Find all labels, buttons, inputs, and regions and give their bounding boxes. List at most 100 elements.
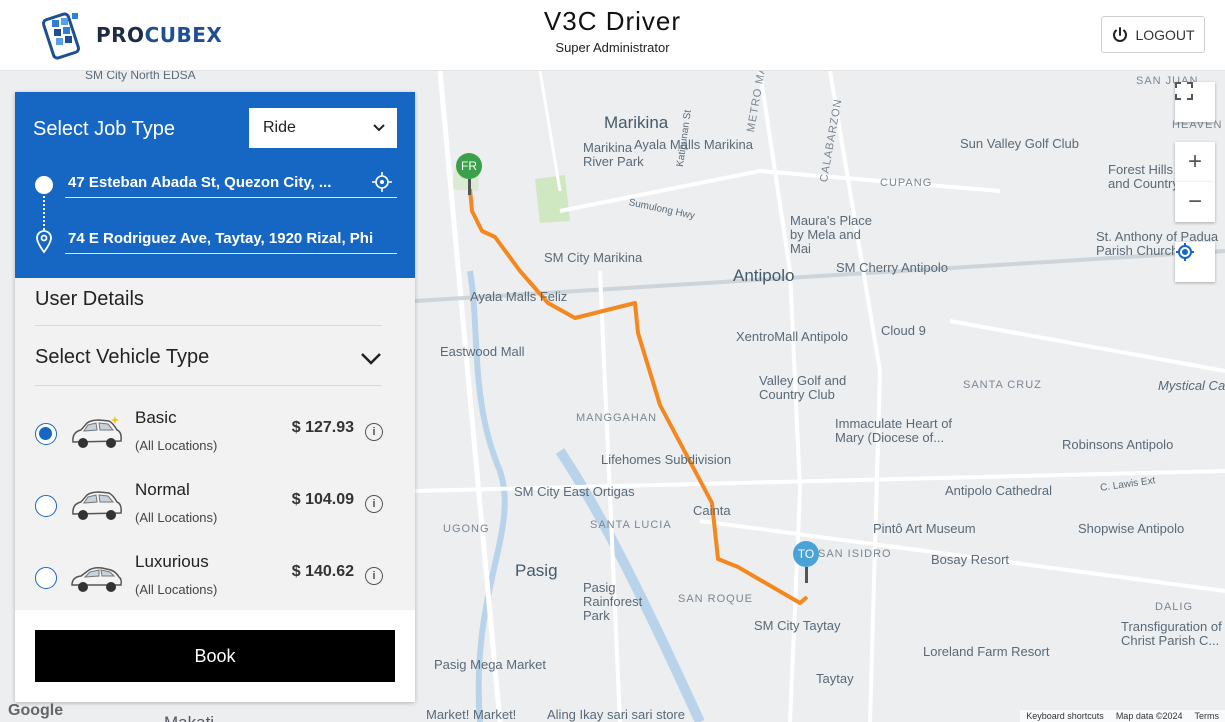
- my-location-icon: [1176, 243, 1194, 261]
- brand-logo[interactable]: PROCUBEX: [40, 10, 222, 60]
- map-label-lifehomes: Lifehomes Subdivision: [601, 452, 732, 467]
- terms-link[interactable]: Terms: [1195, 711, 1220, 721]
- pickup-marker-label: FR: [461, 159, 477, 173]
- map-label-cloud9: Cloud 9: [881, 323, 926, 338]
- route-connector: [43, 196, 45, 230]
- map-label-sun-valley: Sun Valley Golf Club: [960, 136, 1079, 151]
- vehicle-type-label: Select Vehicle Type: [35, 346, 210, 368]
- dropoff-marker[interactable]: TO: [793, 541, 819, 567]
- map-label-santa-cruz: SANTA CRUZ: [963, 379, 1042, 391]
- fullscreen-button[interactable]: [1175, 82, 1215, 122]
- vehicle-radio[interactable]: [35, 495, 57, 517]
- map-label-sm-cherry: SM Cherry Antipolo: [836, 260, 948, 275]
- keyboard-shortcuts-link[interactable]: Keyboard shortcuts: [1026, 711, 1104, 721]
- map-label-ugong: UGONG: [443, 523, 490, 535]
- map-label-manggahan: MANGGAHAN: [576, 412, 658, 424]
- map-label-antipolo-cathedral: Antipolo Cathedral: [945, 483, 1052, 498]
- map-label-loreland: Loreland Farm Resort: [923, 644, 1050, 659]
- google-logo: Google: [8, 702, 64, 719]
- vehicle-option-normal[interactable]: Normal (All Locations) $ 104.09 i: [35, 480, 385, 542]
- pickup-address-text: 47 Esteban Abada St, Quezon City, ...: [68, 174, 332, 191]
- map-label-aling-ikay: Aling Ikay sari sari store: [547, 707, 685, 722]
- map-label-makati: Makati: [164, 713, 214, 722]
- info-icon[interactable]: i: [365, 423, 383, 441]
- map-label-ayala-feliz: Ayala Malls Feliz: [470, 289, 568, 304]
- vehicle-price: $ 140.62: [291, 563, 354, 580]
- zoom-in-icon: +: [1187, 148, 1202, 175]
- vehicle-type-toggle[interactable]: Select Vehicle Type: [35, 346, 382, 386]
- map-label-sm-taytay: SM City Taytay: [754, 618, 841, 633]
- map-label-pasig-mega: Pasig Mega Market: [434, 657, 546, 672]
- fullscreen-icon: [1175, 82, 1193, 100]
- dropoff-marker-label: TO: [797, 547, 815, 561]
- dropoff-address-input[interactable]: 74 E Rodriguez Ave, Taytay, 1920 Rizal, …: [65, 224, 397, 254]
- book-footer: Book: [15, 610, 415, 702]
- map-label-bosay: Bosay Resort: [931, 552, 1010, 567]
- map-label-eastwood: Eastwood Mall: [440, 344, 525, 359]
- job-type-select[interactable]: Ride: [249, 108, 397, 148]
- booking-panel: Select Job Type Ride 47 Esteban Abada St…: [15, 92, 415, 702]
- pickup-marker-stem: [468, 179, 471, 195]
- brand-name: PROCUBEX: [96, 23, 223, 47]
- map-footer: Keyboard shortcuts Map data ©2024 Terms: [1020, 710, 1225, 722]
- zoom-out-button[interactable]: −: [1175, 182, 1215, 222]
- book-button[interactable]: Book: [35, 630, 395, 682]
- info-icon[interactable]: i: [365, 495, 383, 513]
- dropoff-address-text: 74 E Rodriguez Ave, Taytay, 1920 Rizal, …: [68, 230, 374, 247]
- vehicle-scope: (All Locations): [135, 438, 218, 453]
- map-label-sm-east-ortigas: SM City East Ortigas: [514, 484, 635, 499]
- job-type-value: Ride: [263, 119, 296, 136]
- vehicle-radio[interactable]: [35, 567, 57, 589]
- map-label-taytay: Taytay: [816, 671, 854, 686]
- my-location-button[interactable]: [1175, 242, 1215, 282]
- pickup-dot-icon: [35, 176, 53, 194]
- vehicle-name: Normal: [135, 480, 190, 499]
- map-label-robinsons: Robinsons Antipolo: [1062, 437, 1174, 452]
- dropoff-marker-stem: [805, 567, 808, 583]
- cube-phone-logo-icon: [41, 12, 81, 60]
- zoom-out-icon: −: [1187, 188, 1202, 215]
- user-details-section[interactable]: User Details: [35, 288, 382, 326]
- logout-label: LOGOUT: [1135, 26, 1195, 43]
- pickup-address-input[interactable]: 47 Esteban Abada St, Quezon City, ...: [65, 168, 397, 198]
- map-label-pinto: Pintô Art Museum: [873, 521, 976, 536]
- car-icon: [72, 491, 122, 520]
- map-label-shopwise: Shopwise Antipolo: [1078, 521, 1185, 536]
- route-input-header: Select Job Type Ride 47 Esteban Abada St…: [15, 92, 415, 278]
- pickup-marker[interactable]: FR: [456, 153, 482, 179]
- vehicle-price: $ 104.09: [291, 491, 354, 508]
- vehicle-name: Basic: [135, 408, 177, 427]
- vehicle-name: Luxurious: [135, 552, 209, 571]
- car-icon: [72, 416, 122, 448]
- map-label-mystical: Mystical Ca: [1158, 378, 1225, 393]
- map-label-sm-north: SM City North EDSA: [85, 71, 196, 82]
- logout-button[interactable]: LOGOUT: [1101, 16, 1205, 53]
- map-label-san-roque: SAN ROQUE: [678, 593, 754, 605]
- location-pin-icon: [36, 230, 52, 254]
- zoom-in-button[interactable]: +: [1175, 142, 1215, 182]
- info-icon[interactable]: i: [365, 567, 383, 585]
- map-label-cainta: Cainta: [693, 503, 731, 518]
- map-label-santa-lucia: SANTA LUCIA: [590, 519, 672, 531]
- car-icon: [71, 567, 122, 592]
- vehicle-price: $ 127.93: [291, 419, 354, 436]
- map-data-text: Map data ©2024: [1115, 711, 1183, 721]
- chevron-down-icon: [373, 124, 385, 132]
- map-label-marikina: Marikina: [604, 113, 669, 132]
- chevron-down-icon: [361, 353, 381, 365]
- job-type-label: Select Job Type: [33, 118, 175, 140]
- app-header: PROCUBEX V3C Driver Super Administrator …: [0, 0, 1225, 71]
- map-label-marikina-river-park: Marikina River Park: [583, 140, 644, 169]
- map-label-pasig: Pasig: [515, 561, 558, 580]
- map-label-mauras: Maura's Place by Mela and Mai: [790, 213, 872, 256]
- power-icon: [1113, 26, 1128, 42]
- vehicle-option-basic[interactable]: Basic (All Locations) $ 127.93 i: [35, 408, 385, 470]
- map-label-valley-golf: Valley Golf and Country Club: [759, 373, 847, 402]
- vehicle-radio[interactable]: [35, 423, 57, 445]
- map-label-dalig: DALIG: [1155, 601, 1194, 613]
- vehicle-option-luxurious[interactable]: Luxurious (All Locations) $ 140.62 i: [35, 552, 385, 614]
- user-details-label: User Details: [35, 288, 144, 310]
- locate-crosshair-icon[interactable]: [371, 171, 393, 193]
- map-label-market: Market! Market!: [426, 707, 517, 722]
- map-label-cupang: CUPANG: [880, 177, 933, 189]
